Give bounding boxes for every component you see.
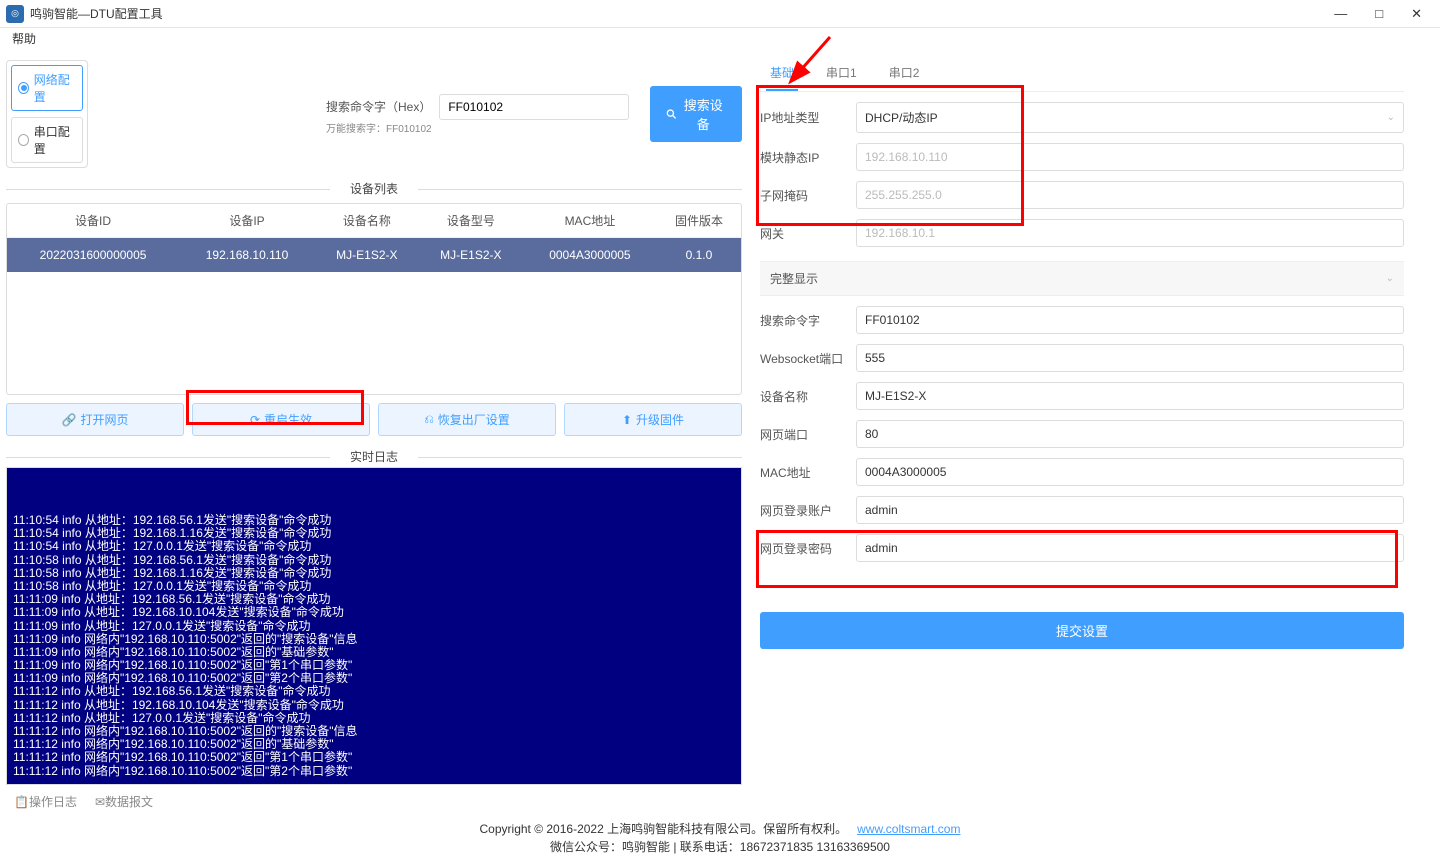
user-label: 网页登录账户 xyxy=(760,502,856,519)
search-device-button[interactable]: 搜索设备 xyxy=(650,86,742,142)
webport-label: 网页端口 xyxy=(760,426,856,443)
menubar: 帮助 xyxy=(0,28,1440,50)
tab-basic[interactable]: 基础 xyxy=(766,56,798,91)
mask-input[interactable]: 255.255.255.0 xyxy=(856,181,1404,209)
config-mode-group: 网络配置 串口配置 xyxy=(6,60,88,168)
tab-serial1[interactable]: 串口1 xyxy=(822,56,861,91)
log-line: 11:10:54 info 从地址：127.0.0.1发送"搜索设备"命令成功 xyxy=(13,540,735,553)
titlebar: ◎ 鸣驹智能—DTU配置工具 — □ ✕ xyxy=(0,0,1440,28)
company-link[interactable]: www.coltsmart.com xyxy=(857,822,960,836)
minimize-button[interactable]: — xyxy=(1334,6,1347,22)
table-row[interactable]: 2022031600000005192.168.10.110MJ-E1S2-XM… xyxy=(7,238,741,273)
searchcmd-label: 搜索命令字 xyxy=(760,312,856,329)
factory-reset-button[interactable]: ⎌恢复出厂设置 xyxy=(378,403,556,436)
table-cell: 0004A3000005 xyxy=(523,238,657,273)
pass-label: 网页登录密码 xyxy=(760,540,856,557)
log-line: 11:11:09 info 从地址：192.168.10.104发送"搜索设备"… xyxy=(13,606,735,619)
table-header: MAC地址 xyxy=(523,204,657,238)
table-cell: 2022031600000005 xyxy=(7,238,179,273)
iptype-select[interactable]: DHCP/动态IP⌄ xyxy=(856,102,1404,133)
search-cmd-input[interactable] xyxy=(439,94,629,120)
log-line: 11:11:09 info 从地址：127.0.0.1发送"搜索设备"命令成功 xyxy=(13,620,735,633)
close-button[interactable]: ✕ xyxy=(1411,6,1422,22)
log-line: 11:11:09 info 网络内"192.168.10.110:5002"返回… xyxy=(13,633,735,646)
upload-icon: ⬆ xyxy=(622,413,632,427)
table-cell: 0.1.0 xyxy=(657,238,741,273)
open-web-button[interactable]: 🔗打开网页 xyxy=(6,403,184,436)
gateway-label: 网关 xyxy=(760,225,856,242)
pass-input[interactable]: admin xyxy=(856,534,1404,562)
refresh-icon: ⟳ xyxy=(250,413,260,427)
tab-operation-log[interactable]: 📋操作日志 xyxy=(14,793,77,810)
log-line: 11:11:12 info 网络内"192.168.10.110:5002"返回… xyxy=(13,751,735,764)
mask-label: 子网掩码 xyxy=(760,187,856,204)
upgrade-firmware-button[interactable]: ⬆升级固件 xyxy=(564,403,742,436)
devname-input[interactable]: MJ-E1S2-X xyxy=(856,382,1404,410)
search-cmd-hint: 万能搜索字：FF010102 xyxy=(326,120,642,135)
reboot-button[interactable]: ⟳重启生效 xyxy=(192,403,370,436)
search-cmd-label: 搜索命令字（Hex） xyxy=(326,98,431,115)
user-input[interactable]: admin xyxy=(856,496,1404,524)
network-config-radio[interactable]: 网络配置 xyxy=(11,65,83,111)
wsport-input[interactable]: 555 xyxy=(856,344,1404,372)
chevron-down-icon: ⌄ xyxy=(1387,112,1395,123)
device-list-title: 设备列表 xyxy=(6,180,742,197)
mac-label: MAC地址 xyxy=(760,464,856,481)
footer: Copyright © 2016-2022 上海鸣驹智能科技有限公司。保留所有权… xyxy=(0,816,1440,860)
table-header: 设备名称 xyxy=(315,204,419,238)
table-cell: 192.168.10.110 xyxy=(179,238,315,273)
radio-dot-icon xyxy=(18,134,29,146)
log-line: 11:11:12 info 从地址：192.168.56.1发送"搜索设备"命令… xyxy=(13,685,735,698)
device-table: 设备ID设备IP设备名称设备型号MAC地址固件版本 20220316000000… xyxy=(6,203,742,395)
link-icon: 🔗 xyxy=(62,413,77,427)
mac-input[interactable]: 0004A3000005 xyxy=(856,458,1404,486)
webport-input[interactable]: 80 xyxy=(856,420,1404,448)
serial-config-radio[interactable]: 串口配置 xyxy=(11,117,83,163)
radio-dot-icon xyxy=(18,82,29,94)
staticip-label: 模块静态IP xyxy=(760,149,856,166)
searchcmd-input[interactable]: FF010102 xyxy=(856,306,1404,334)
gateway-input[interactable]: 192.168.10.1 xyxy=(856,219,1404,247)
restore-icon: ⎌ xyxy=(424,412,434,427)
devname-label: 设备名称 xyxy=(760,388,856,405)
chevron-down-icon: ⌄ xyxy=(1386,273,1394,284)
log-line: 11:11:12 info 网络内"192.168.10.110:5002"返回… xyxy=(13,765,735,778)
log-line: 11:10:58 info 从地址：192.168.1.16发送"搜索设备"命令… xyxy=(13,567,735,580)
table-cell: MJ-E1S2-X xyxy=(419,238,523,273)
table-header: 固件版本 xyxy=(657,204,741,238)
window-title: 鸣驹智能—DTU配置工具 xyxy=(30,5,163,22)
tab-serial2[interactable]: 串口2 xyxy=(885,56,924,91)
tab-data-frames[interactable]: ✉数据报文 xyxy=(95,793,153,810)
log-line: 11:10:58 info 从地址：192.168.56.1发送"搜索设备"命令… xyxy=(13,554,735,567)
table-header: 设备IP xyxy=(179,204,315,238)
table-cell: MJ-E1S2-X xyxy=(315,238,419,273)
help-menu[interactable]: 帮助 xyxy=(12,32,36,46)
staticip-input[interactable]: 192.168.10.110 xyxy=(856,143,1404,171)
log-output[interactable]: 11:10:54 info 从地址：192.168.56.1发送"搜索设备"命令… xyxy=(6,467,742,785)
table-header: 设备ID xyxy=(7,204,179,238)
full-display-toggle[interactable]: 完整显示⌄ xyxy=(760,261,1404,296)
table-header: 设备型号 xyxy=(419,204,523,238)
wsport-label: Websocket端口 xyxy=(760,350,856,367)
log-title: 实时日志 xyxy=(6,448,742,465)
iptype-label: IP地址类型 xyxy=(760,109,856,126)
log-line: 11:11:12 info 从地址：192.168.10.104发送"搜索设备"… xyxy=(13,699,735,712)
maximize-button[interactable]: □ xyxy=(1375,6,1383,22)
submit-settings-button[interactable]: 提交设置 xyxy=(760,612,1404,649)
app-logo: ◎ xyxy=(6,5,24,23)
search-icon xyxy=(666,108,677,120)
